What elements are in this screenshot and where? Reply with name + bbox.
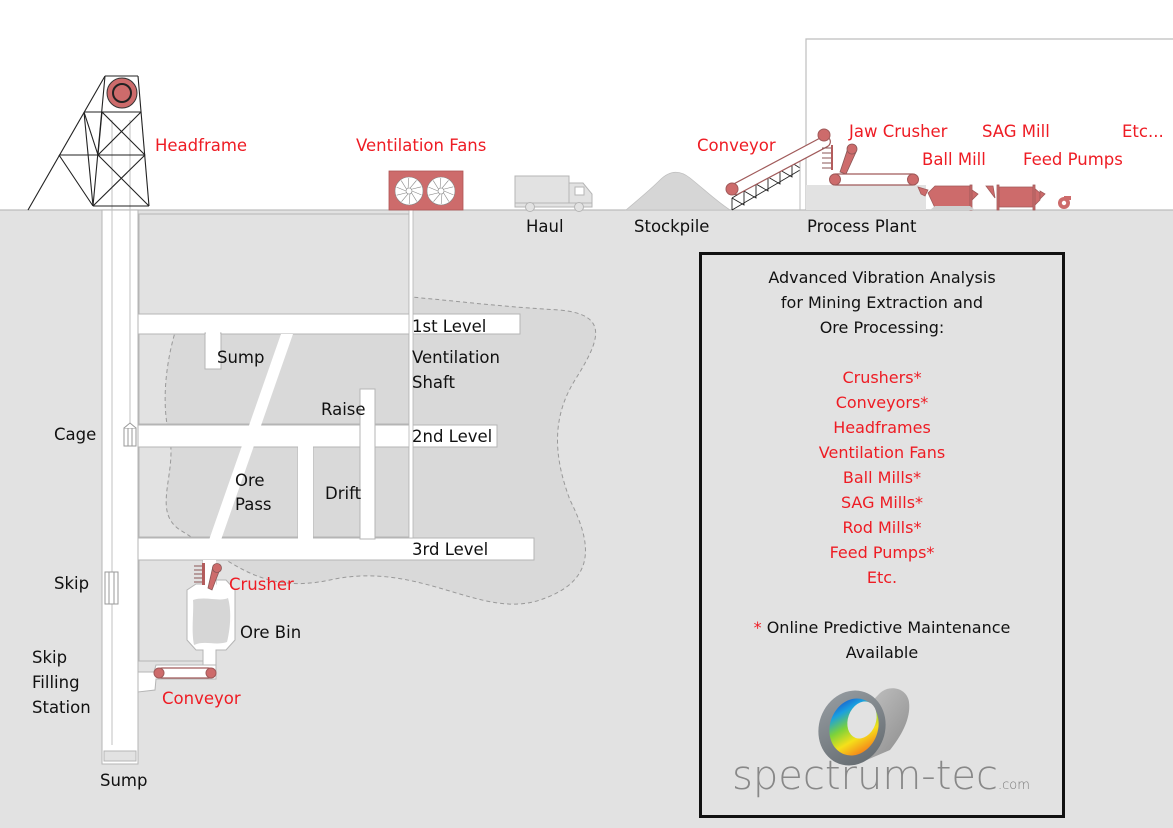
label-cage: Cage xyxy=(54,425,97,444)
label-crusher-underground: Crusher xyxy=(229,575,294,594)
info-box: Advanced Vibration Analysis for Mining E… xyxy=(699,252,1065,818)
label-ore-pass-2: Pass xyxy=(235,495,272,514)
note-asterisk: * xyxy=(753,618,762,637)
label-skip-filling-3: Station xyxy=(32,698,91,717)
services-list: Crushers* Conveyors* Headframes Ventilat… xyxy=(702,365,1062,590)
service-item: Feed Pumps* xyxy=(829,543,935,562)
fan-hub xyxy=(405,187,413,195)
info-title-line: for Mining Extraction and xyxy=(780,293,984,312)
label-drift: Drift xyxy=(325,484,362,503)
label-sag-mill: SAG Mill xyxy=(982,122,1050,141)
label-jaw-crusher: Jaw Crusher xyxy=(849,122,948,141)
label-ventilation-fans: Ventilation Fans xyxy=(356,136,487,155)
fan-hub xyxy=(437,187,445,195)
label-ore-pass-1: Ore xyxy=(235,471,265,490)
service-item: Headframes xyxy=(833,418,931,437)
service-item: Ventilation Fans xyxy=(818,443,946,462)
label-upper-sump: Sump xyxy=(217,348,265,367)
info-title: Advanced Vibration Analysis for Mining E… xyxy=(702,265,1062,340)
label-feed-pumps: Feed Pumps xyxy=(1023,150,1123,169)
label-ore-bin: Ore Bin xyxy=(240,623,302,642)
label-raise: Raise xyxy=(321,400,366,419)
note-line-2: Available xyxy=(845,643,919,662)
label-stockpile: Stockpile xyxy=(634,217,710,236)
feed-pump-icon xyxy=(1058,196,1071,209)
spectrum-tec-logo: spectrum-tec.com xyxy=(702,680,1062,812)
label-process-plant: Process Plant xyxy=(807,217,917,236)
maintenance-note: * Online Predictive Maintenance Availabl… xyxy=(702,615,1062,665)
service-item: Rod Mills* xyxy=(842,518,922,537)
sag-mill-icon xyxy=(985,184,1046,211)
ventilation-fans-icon xyxy=(388,170,464,211)
label-skip-filling-1: Skip xyxy=(32,648,68,667)
skip-icon xyxy=(104,571,119,605)
label-conveyor-underground: Conveyor xyxy=(162,689,241,708)
label-skip: Skip xyxy=(54,574,90,593)
label-level-3: 3rd Level xyxy=(412,540,489,559)
label-ball-mill: Ball Mill xyxy=(922,150,986,169)
service-item: Etc. xyxy=(866,568,898,587)
service-item: Conveyors* xyxy=(835,393,929,412)
shaft-sump-box xyxy=(103,750,137,762)
service-item: Ball Mills* xyxy=(842,468,922,487)
ball-mill-icon xyxy=(917,184,979,211)
label-ventilation-shaft-2: Shaft xyxy=(412,373,456,392)
cage-icon xyxy=(123,422,137,447)
label-ventilation-shaft-1: Ventilation xyxy=(412,348,500,367)
stockpile-icon xyxy=(624,171,732,211)
label-headframe: Headframe xyxy=(155,136,248,155)
label-haul: Haul xyxy=(526,217,564,236)
plant-conveyor-icon xyxy=(829,173,919,186)
underground-conveyor-icon xyxy=(153,667,217,679)
plant-floor-step xyxy=(806,185,926,210)
haul-truck-icon xyxy=(514,175,593,212)
logo-wordmark: spectrum-tec.com xyxy=(732,753,1030,799)
label-level-2: 2nd Level xyxy=(412,427,493,446)
service-item: SAG Mills* xyxy=(840,493,924,512)
jaw-crusher-icon xyxy=(822,143,858,175)
info-title-line: Advanced Vibration Analysis xyxy=(768,268,996,287)
note-line-1: Online Predictive Maintenance xyxy=(766,618,1011,637)
label-skip-filling-2: Filling xyxy=(32,673,80,692)
label-etc: Etc... xyxy=(1122,122,1164,141)
label-conveyor-surface: Conveyor xyxy=(697,136,776,155)
info-title-line: Ore Processing: xyxy=(819,318,945,337)
label-level-1: 1st Level xyxy=(412,317,487,336)
drift xyxy=(298,446,313,539)
service-item: Crushers* xyxy=(842,368,922,387)
headframe-sheave-icon xyxy=(106,77,138,109)
label-lower-sump: Sump xyxy=(100,771,148,790)
ore-pile xyxy=(192,598,231,645)
main-shaft xyxy=(101,209,139,765)
